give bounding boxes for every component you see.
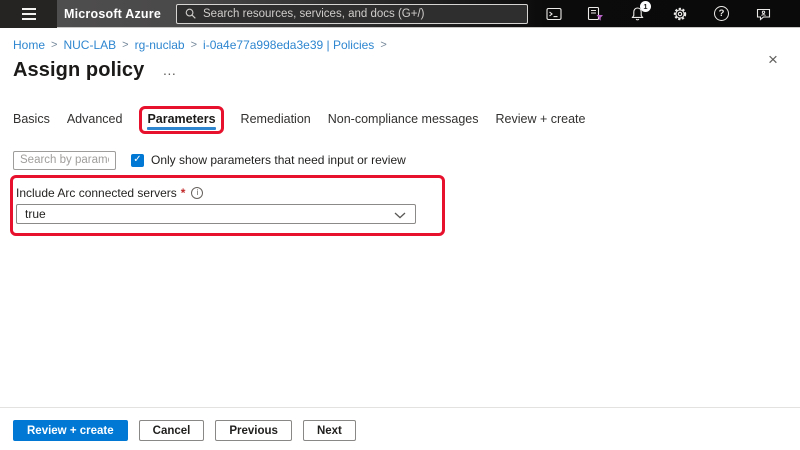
notifications-button[interactable]: 1 [629, 1, 651, 22]
annotated-parameter-section: Include Arc connected servers * i true [10, 175, 445, 236]
parameter-label-row: Include Arc connected servers * i [16, 185, 424, 200]
azure-brand-link[interactable]: Microsoft Azure [64, 7, 161, 21]
breadcrumb-separator: > [380, 39, 387, 51]
checkmark-icon: ✓ [133, 154, 142, 165]
feedback-icon [756, 8, 771, 21]
cloud-shell-button[interactable] [545, 5, 562, 22]
parameter-label: Include Arc connected servers [16, 185, 177, 200]
tab-bar: Basics Advanced Parameters Remediation N… [13, 106, 800, 134]
previous-button[interactable]: Previous [215, 420, 292, 441]
tab-basics[interactable]: Basics [13, 112, 50, 133]
notification-badge: 1 [640, 1, 651, 12]
checkbox-label: Only show parameters that need input or … [151, 153, 406, 167]
breadcrumb-vm-policies[interactable]: i-0a4e77a998eda3e39 | Policies [203, 38, 374, 52]
directory-filter-button[interactable] [587, 5, 604, 22]
breadcrumb-home[interactable]: Home [13, 38, 45, 52]
search-icon [185, 8, 196, 19]
cancel-button[interactable]: Cancel [138, 420, 205, 441]
review-create-button[interactable]: Review + create [13, 420, 128, 441]
tab-remediation[interactable]: Remediation [241, 112, 311, 133]
breadcrumb-separator: > [51, 39, 58, 51]
help-icon: ? [714, 6, 729, 21]
global-search-box[interactable] [176, 3, 528, 24]
tab-advanced[interactable]: Advanced [67, 112, 123, 133]
feedback-button[interactable] [755, 5, 772, 22]
topbar-icon-group: 1 ? [545, 1, 772, 22]
cloud-shell-icon [545, 7, 562, 20]
page-header: Assign policy … [13, 58, 800, 82]
only-show-parameters-checkbox[interactable]: ✓ [131, 153, 144, 167]
page-title: Assign policy [13, 58, 145, 81]
close-blade-button[interactable]: × [763, 49, 783, 69]
more-options-button[interactable]: … [162, 63, 177, 77]
next-button[interactable]: Next [302, 420, 356, 441]
chevron-down-icon [394, 212, 406, 219]
breadcrumb: Home > NUC-LAB > rg-nuclab > i-0a4e77a99… [0, 28, 800, 52]
breadcrumb-rg-nuclab[interactable]: rg-nuclab [135, 38, 185, 52]
dropdown-selected-value: true [25, 207, 46, 221]
directory-filter-icon [587, 6, 603, 21]
hamburger-icon [21, 7, 36, 20]
parameter-filter-row: ✓ Only show parameters that need input o… [13, 150, 800, 170]
required-marker: * [180, 185, 186, 200]
settings-button[interactable] [671, 5, 688, 22]
breadcrumb-nuc-lab[interactable]: NUC-LAB [63, 38, 116, 52]
breadcrumb-separator: > [190, 39, 198, 51]
wizard-footer: Review + create Cancel Previous Next [0, 407, 800, 450]
info-icon[interactable]: i [191, 186, 204, 199]
active-tab-underline [147, 127, 216, 130]
tab-parameters[interactable]: Parameters [139, 106, 224, 134]
gear-icon [673, 7, 686, 20]
tab-review-create[interactable]: Review + create [496, 112, 586, 133]
search-by-parameter-input[interactable] [13, 150, 116, 170]
arc-connected-servers-dropdown[interactable]: true [16, 204, 416, 224]
tab-non-compliance-messages[interactable]: Non-compliance messages [328, 112, 479, 133]
top-bar: Microsoft Azure Search resources, servic… [0, 0, 800, 28]
breadcrumb-separator: > [122, 39, 129, 51]
azure-portal-window: Microsoft Azure Search resources, servic… [0, 0, 800, 450]
global-search-input[interactable] [203, 7, 520, 20]
hamburger-menu-button[interactable] [0, 0, 57, 28]
help-button[interactable]: ? [713, 5, 730, 22]
